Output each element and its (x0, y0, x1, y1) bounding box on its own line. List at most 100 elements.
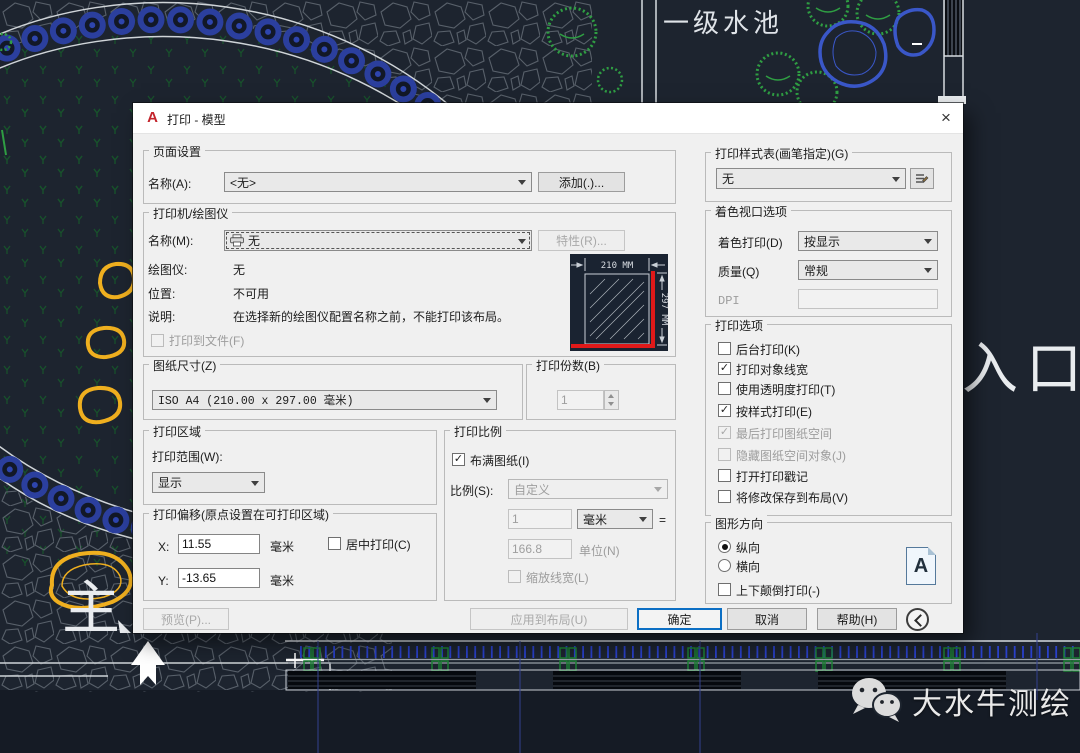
offset-y-input[interactable] (178, 568, 260, 588)
fit-to-paper-checkbox[interactable]: ✓ (452, 453, 465, 466)
plot-dialog: A 打印 - 模型 × 页面设置 名称(A): <无> 添加(.)... 打印机… (133, 103, 963, 633)
dpi-input[interactable] (798, 289, 938, 309)
description-value: 在选择新的绘图仪配置名称之前，不能打印该布局。 (233, 310, 509, 324)
plot-to-file-checkbox[interactable] (151, 334, 164, 347)
printer-name-label: 名称(M): (148, 234, 193, 248)
spinner-up-icon[interactable] (608, 394, 614, 398)
plot-style-value: 无 (722, 170, 734, 187)
fit-to-paper-label: 布满图纸(I) (470, 454, 529, 468)
cancel-button[interactable]: 取消 (727, 608, 807, 630)
offset-x-input[interactable] (178, 534, 260, 554)
save-changes-to-layout-label: 将修改保存到布局(V) (736, 491, 848, 505)
scale-lineweights-label: 缩放线宽(L) (526, 571, 589, 585)
paper-width-dim: 210 MM (601, 261, 634, 271)
plot-paperspace-last-label: 最后打印图纸空间 (736, 427, 832, 441)
landscape-label: 横向 (736, 560, 760, 574)
offset-x-label: X: (158, 540, 169, 554)
plot-range-label: 打印范围(W): (152, 450, 223, 464)
scale-label: 比例(S): (450, 484, 493, 498)
scale-equals: = (659, 513, 666, 527)
page-setup-name-dropdown[interactable]: <无> (224, 172, 532, 192)
offset-x-unit: 毫米 (270, 540, 294, 554)
plot-with-styles-checkbox[interactable]: ✓ (718, 404, 731, 417)
ok-button[interactable]: 确定 (637, 608, 722, 630)
plotter-label: 绘图仪: (148, 263, 187, 277)
edit-plot-style-icon (915, 172, 929, 185)
plot-range-value: 显示 (158, 474, 182, 491)
scale-denominator-input[interactable] (508, 539, 572, 559)
pool-label: 一级水池 (663, 8, 783, 38)
chevron-down-icon (483, 398, 491, 403)
plot-style-dropdown[interactable]: 无 (716, 168, 906, 189)
plot-lineweights-checkbox[interactable]: ✓ (718, 362, 731, 375)
add-page-setup-button[interactable]: 添加(.)... (538, 172, 625, 192)
entrance-label: 入口 (962, 337, 1080, 400)
dialog-titlebar[interactable]: A 打印 - 模型 × (133, 103, 963, 134)
shade-plot-value: 按显示 (804, 233, 840, 250)
description-label: 说明: (148, 310, 175, 324)
center-plot-checkbox[interactable] (328, 537, 341, 550)
plot-lineweights-label: 打印对象线宽 (736, 363, 808, 377)
watermark-text: 大水牛测绘 (912, 679, 1072, 723)
orientation-paper-letter: A (914, 555, 928, 578)
plot-transparency-checkbox[interactable] (718, 382, 731, 395)
location-value: 不可用 (233, 287, 269, 301)
background-plot-checkbox[interactable] (718, 342, 731, 355)
shaded-viewport-legend: 着色视口选项 (711, 203, 791, 220)
paper-size-dropdown[interactable]: ISO A4 (210.00 x 297.00 毫米) (152, 390, 497, 410)
plot-paperspace-last-checkbox[interactable]: ✓ (718, 426, 731, 439)
plot-range-dropdown[interactable]: 显示 (152, 472, 265, 493)
properties-button[interactable]: 特性(R)... (538, 230, 625, 251)
plot-options-legend: 打印选项 (711, 317, 767, 334)
apply-to-layout-button[interactable]: 应用到布局(U) (470, 608, 628, 630)
paper-height-dim: 297 MM (659, 293, 668, 326)
close-icon[interactable]: × (931, 104, 961, 132)
plot-with-styles-label: 按样式打印(E) (736, 405, 812, 419)
dialog-title: 打印 - 模型 (167, 111, 226, 128)
scale-dropdown[interactable]: 自定义 (508, 479, 668, 499)
portrait-radio[interactable] (718, 540, 731, 553)
watermark: 大水牛测绘 (848, 676, 1072, 726)
background-plot-label: 后台打印(K) (736, 343, 800, 357)
chevron-down-icon (892, 177, 900, 182)
plot-stamp-checkbox[interactable] (718, 469, 731, 482)
paper-size-value: ISO A4 (210.00 x 297.00 毫米) (158, 392, 354, 408)
chevron-down-icon (251, 481, 259, 486)
hide-paperspace-objects-checkbox[interactable] (718, 448, 731, 461)
printer-name-dropdown[interactable]: 无 (224, 230, 532, 251)
scale-lineweights-checkbox[interactable] (508, 570, 521, 583)
printer-icon (230, 234, 244, 247)
upside-down-checkbox[interactable] (718, 583, 731, 596)
paper-size-legend: 图纸尺寸(Z) (149, 357, 220, 374)
plot-to-file-label: 打印到文件(F) (169, 334, 244, 348)
quality-value: 常规 (804, 262, 828, 279)
scale-unit-dropdown[interactable]: 毫米 (577, 509, 653, 529)
copies-spinner[interactable] (604, 390, 619, 410)
chevron-down-icon (924, 239, 932, 244)
autocad-logo-icon: A (144, 109, 161, 126)
shade-plot-dropdown[interactable]: 按显示 (798, 231, 938, 251)
copies-input[interactable] (557, 390, 604, 410)
edit-plot-style-button[interactable] (910, 168, 934, 189)
fewer-options-button[interactable] (906, 608, 929, 631)
page-setup-name-label: 名称(A): (148, 177, 191, 191)
landscape-radio[interactable] (718, 559, 731, 572)
hide-paperspace-objects-label: 隐藏图纸空间对象(J) (736, 449, 846, 463)
chevron-down-icon (518, 180, 526, 185)
printer-name-value: 无 (248, 232, 260, 249)
plot-area-legend: 打印区域 (149, 423, 205, 440)
plotter-value: 无 (233, 263, 245, 277)
chevron-down-icon (654, 487, 662, 492)
scale-unit-value: 毫米 (583, 511, 607, 528)
spinner-down-icon[interactable] (608, 402, 614, 406)
help-button[interactable]: 帮助(H) (817, 608, 897, 630)
chevron-down-icon (924, 268, 932, 273)
scale-numerator-input[interactable] (508, 509, 572, 529)
upside-down-label: 上下颠倒打印(-) (736, 584, 820, 598)
paper-preview: 210 MM 297 MM (570, 254, 668, 351)
save-changes-to-layout-checkbox[interactable] (718, 490, 731, 503)
plot-offset-legend: 打印偏移(原点设置在可打印区域) (149, 506, 333, 523)
quality-dropdown[interactable]: 常规 (798, 260, 938, 280)
preview-button[interactable]: 预览(P)... (143, 608, 229, 630)
offset-y-unit: 毫米 (270, 574, 294, 588)
